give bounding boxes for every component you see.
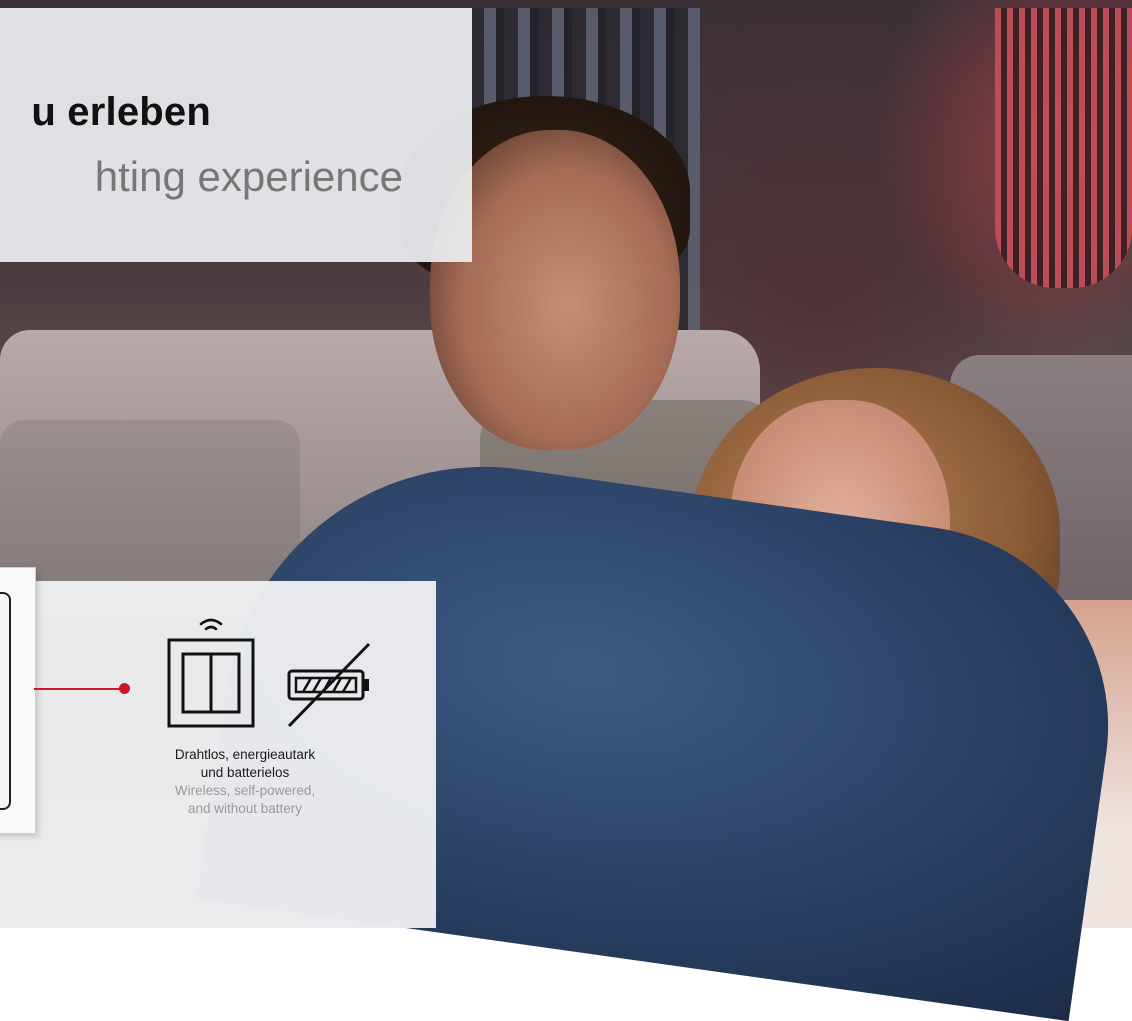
connector-line <box>34 688 124 690</box>
switch-plate <box>0 592 11 810</box>
headline-german: u erleben <box>31 90 211 134</box>
double-light-switch-icon <box>167 638 255 728</box>
feature-caption-german: Drahtlos, energieautark und batterielos <box>130 746 360 782</box>
floor-lamp <box>995 8 1132 288</box>
crossed-out-battery-icon <box>287 642 371 728</box>
connector-dot <box>119 683 130 694</box>
caption-german-line2: und batterielos <box>200 765 290 780</box>
feature-caption-english: Wireless, self-powered, and without batt… <box>130 782 360 818</box>
headline-english: hting experience <box>94 153 403 200</box>
caption-english-line2: and without battery <box>187 801 303 816</box>
wifi-signal-icon <box>199 618 223 631</box>
caption-english-line1: Wireless, self-powered, <box>174 783 316 798</box>
caption-german-line1: Drahtlos, energieautark <box>174 747 316 762</box>
headline-panel: u erleben hting experience <box>0 8 472 262</box>
